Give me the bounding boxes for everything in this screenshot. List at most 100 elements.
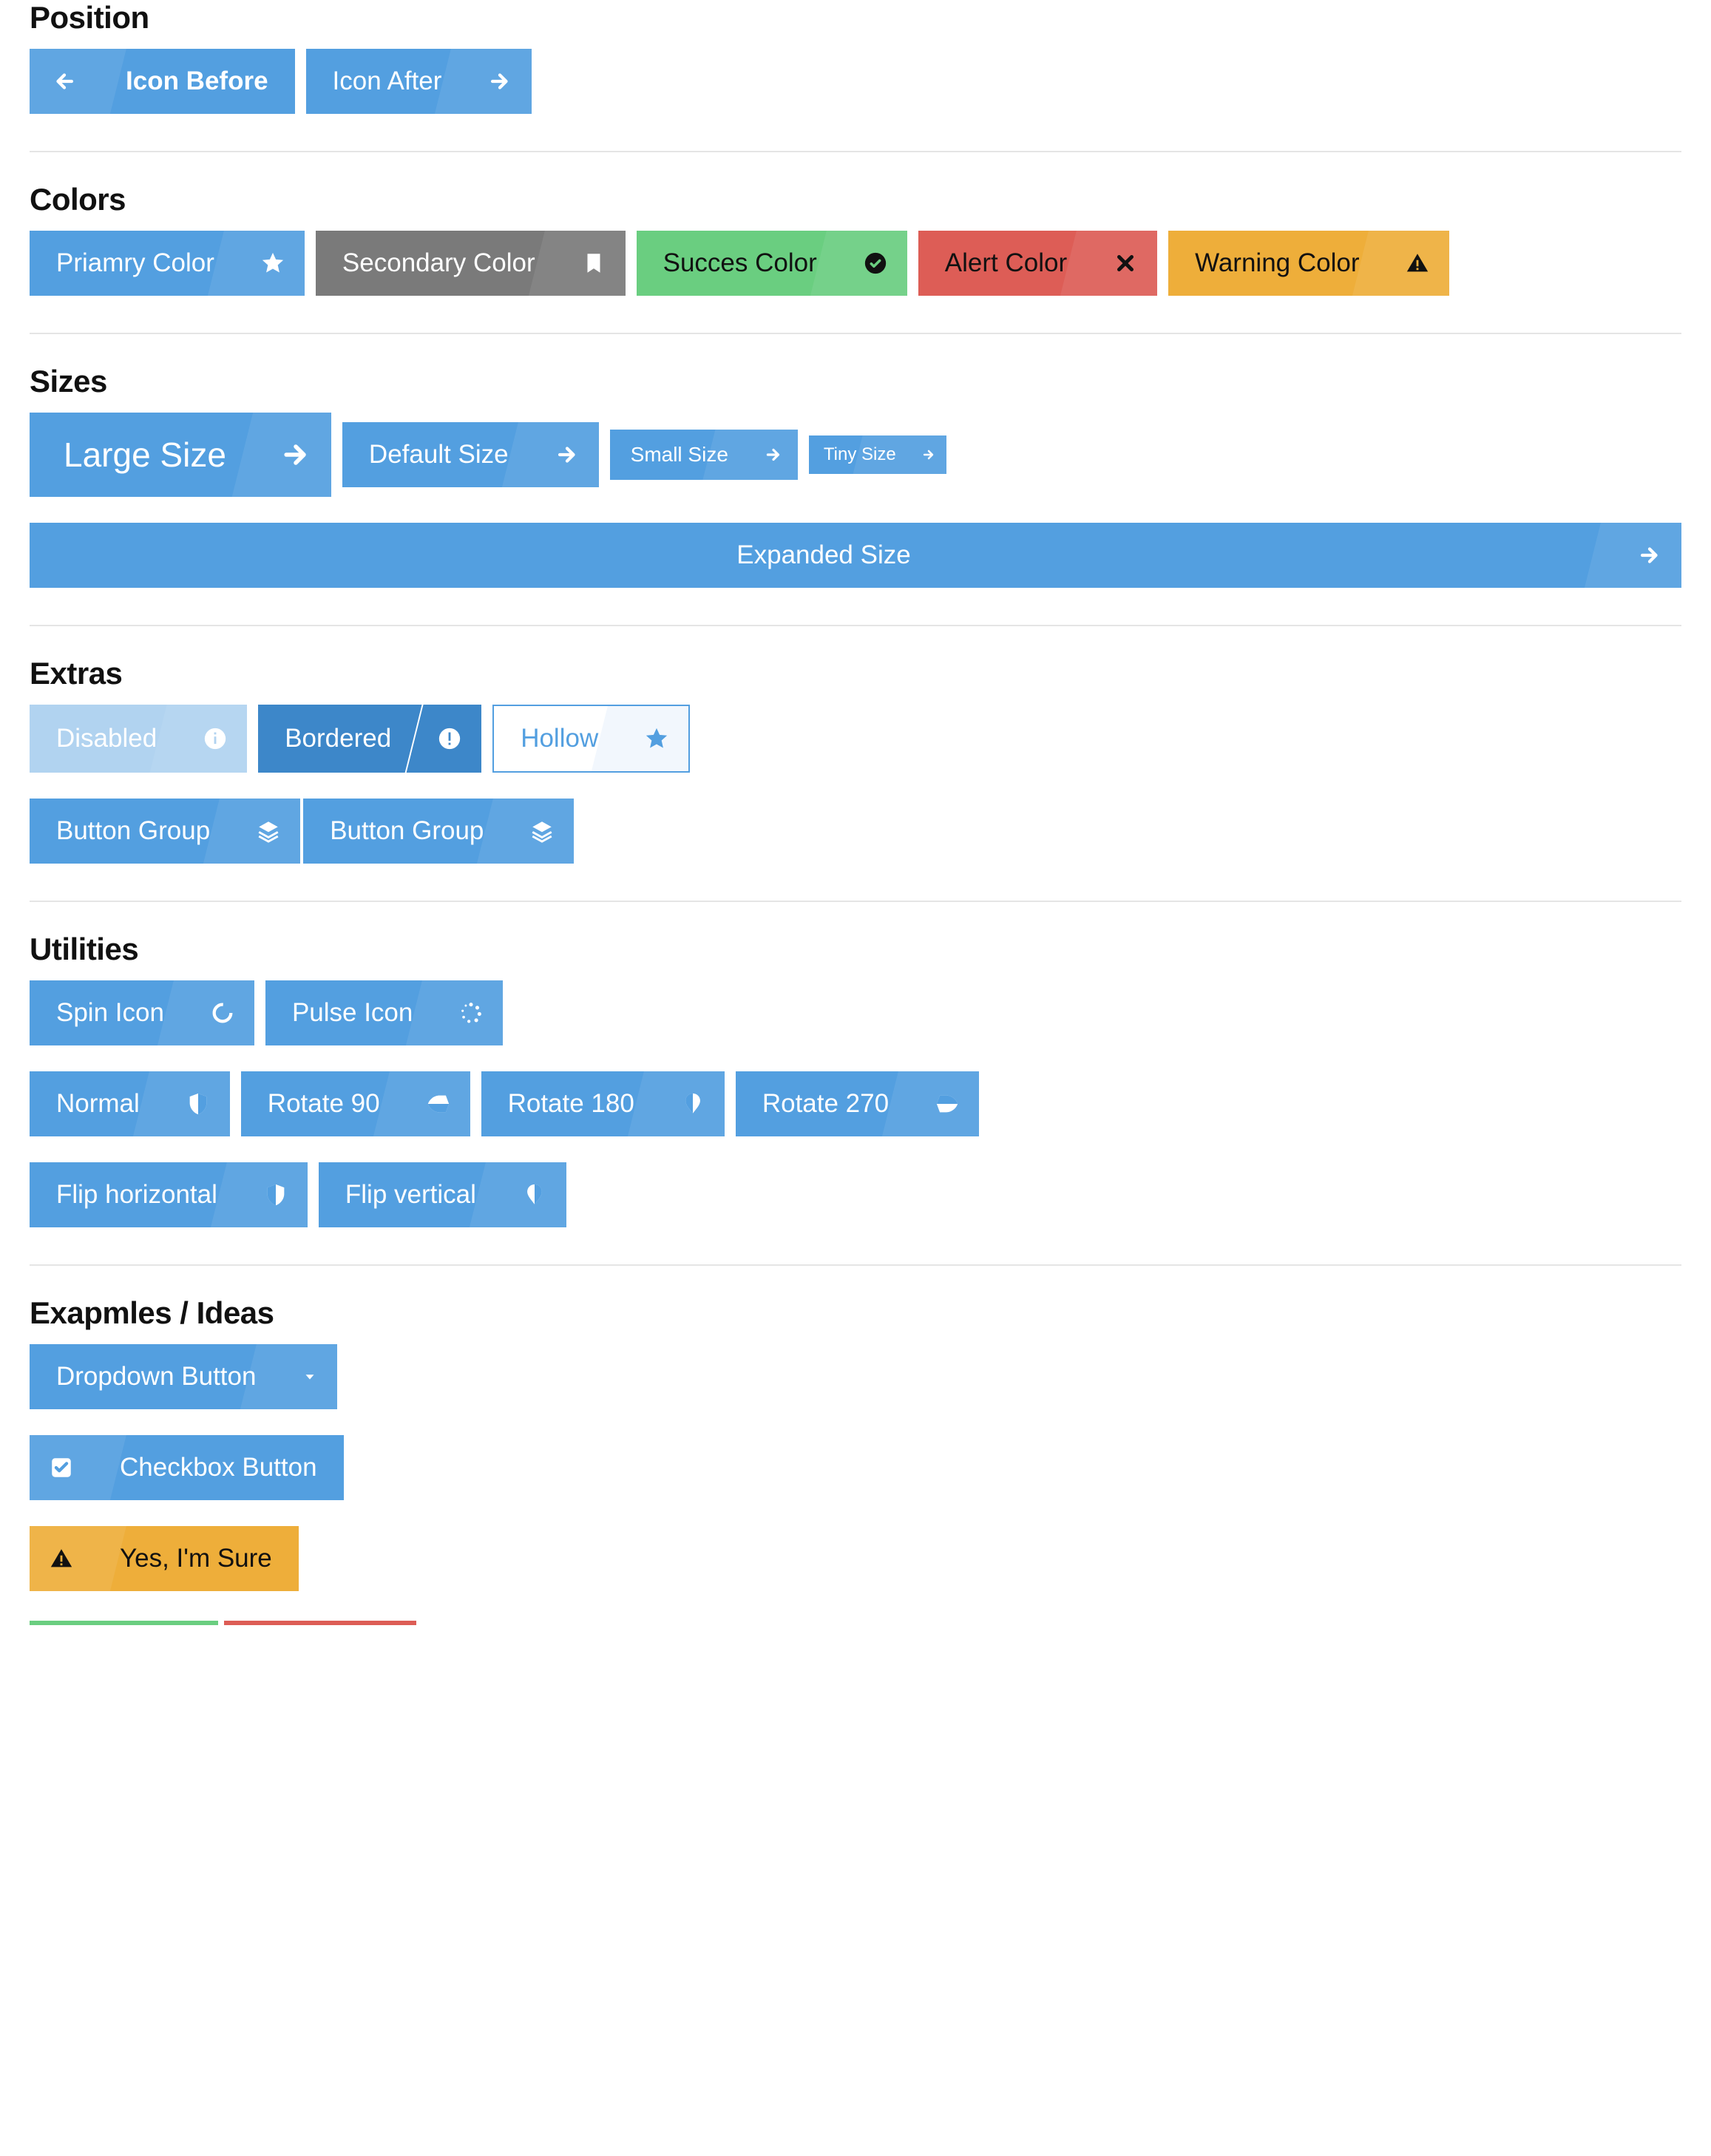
button-group-item-2[interactable]: Button Group: [303, 799, 574, 864]
alert-color-label: Alert Color: [918, 231, 1094, 296]
flip-vertical-button[interactable]: Flip vertical: [319, 1162, 566, 1227]
confirm-button[interactable]: Yes, I'm Sure: [30, 1526, 299, 1591]
rotate-180-label: Rotate 180: [481, 1071, 661, 1136]
hollow-button[interactable]: Hollow: [492, 705, 690, 773]
arrow-right-icon: [468, 49, 532, 114]
rotate-90-button[interactable]: Rotate 90: [241, 1071, 470, 1136]
icon-after-button[interactable]: Icon After: [306, 49, 532, 114]
arrow-right-icon: [260, 413, 331, 497]
drop-icon: [661, 1071, 725, 1136]
spinner-icon: [191, 980, 254, 1045]
star-icon: [241, 231, 305, 296]
button-group-label: Button Group: [30, 799, 237, 864]
section-position: Position Icon Before Icon After: [30, 0, 1681, 151]
heading-extras: Extras: [30, 656, 1681, 691]
small-size-button[interactable]: Small Size: [610, 430, 798, 480]
close-icon: [1094, 231, 1157, 296]
warning-icon: [30, 1526, 93, 1591]
shield-icon: [407, 1071, 470, 1136]
confirm-label: Yes, I'm Sure: [93, 1526, 299, 1591]
warning-color-button[interactable]: Warning Color: [1168, 231, 1449, 296]
exclamation-circle-icon: [418, 705, 481, 773]
heading-sizes: Sizes: [30, 364, 1681, 399]
default-size-label: Default Size: [342, 422, 535, 487]
shield-icon: [166, 1071, 230, 1136]
tiny-size-button[interactable]: Tiny Size: [809, 435, 946, 474]
pulse-icon-button[interactable]: Pulse Icon: [265, 980, 503, 1045]
star-icon: [625, 706, 688, 771]
flip-h-label: Flip horizontal: [30, 1162, 244, 1227]
rotate-270-button[interactable]: Rotate 270: [736, 1071, 979, 1136]
warning-color-label: Warning Color: [1168, 231, 1386, 296]
bookmark-icon: [562, 231, 626, 296]
heading-utilities: Utilities: [30, 932, 1681, 967]
drop-icon: [503, 1162, 566, 1227]
checkbox-button[interactable]: Checkbox Button: [30, 1435, 344, 1500]
pulse-label: Pulse Icon: [265, 980, 439, 1045]
icon-after-label: Icon After: [306, 49, 469, 114]
button-group-label: Button Group: [303, 799, 510, 864]
section-sizes: Sizes Large Size Default Size Small Size…: [30, 333, 1681, 625]
expanded-size-button[interactable]: Expanded Size: [30, 523, 1681, 588]
dots-spinner-icon: [439, 980, 503, 1045]
bordered-label: Bordered: [258, 706, 418, 771]
arrow-right-icon: [911, 435, 946, 474]
alert-color-button[interactable]: Alert Color: [918, 231, 1157, 296]
default-size-button[interactable]: Default Size: [342, 422, 599, 487]
dropdown-label: Dropdown Button: [30, 1344, 282, 1409]
large-size-label: Large Size: [30, 413, 260, 497]
spin-label: Spin Icon: [30, 980, 191, 1045]
heading-examples: Exapmles / Ideas: [30, 1295, 1681, 1331]
arrow-right-icon: [1618, 523, 1681, 588]
hollow-label: Hollow: [494, 706, 625, 771]
layers-icon: [237, 799, 300, 864]
warning-icon: [1386, 231, 1449, 296]
rotate-270-label: Rotate 270: [736, 1071, 915, 1136]
icon-before-button[interactable]: Icon Before: [30, 49, 295, 114]
shield-icon: [915, 1071, 979, 1136]
layers-icon: [510, 799, 574, 864]
success-color-button[interactable]: Succes Color: [637, 231, 907, 296]
flip-horizontal-button[interactable]: Flip horizontal: [30, 1162, 308, 1227]
spin-icon-button[interactable]: Spin Icon: [30, 980, 254, 1045]
checkbox-icon: [30, 1435, 93, 1500]
check-circle-icon: [844, 231, 907, 296]
button-group: Button Group Button Group: [30, 799, 574, 864]
success-color-label: Succes Color: [637, 231, 844, 296]
checkbox-label: Checkbox Button: [93, 1435, 344, 1500]
rotate-180-button[interactable]: Rotate 180: [481, 1071, 725, 1136]
flip-v-label: Flip vertical: [319, 1162, 503, 1227]
dropdown-button[interactable]: Dropdown Button: [30, 1344, 337, 1409]
normal-label: Normal: [30, 1071, 166, 1136]
secondary-color-button[interactable]: Secondary Color: [316, 231, 626, 296]
large-size-button[interactable]: Large Size: [30, 413, 331, 497]
primary-color-label: Priamry Color: [30, 231, 241, 296]
cropped-button-green: [30, 1621, 218, 1625]
heading-colors: Colors: [30, 182, 1681, 217]
button-group-item-1[interactable]: Button Group: [30, 799, 300, 864]
disabled-label: Disabled: [30, 706, 183, 771]
heading-position: Position: [30, 0, 1681, 35]
caret-down-icon: [282, 1344, 337, 1409]
section-colors: Colors Priamry Color Secondary Color Suc…: [30, 151, 1681, 333]
primary-color-button[interactable]: Priamry Color: [30, 231, 305, 296]
bordered-button[interactable]: Bordered: [258, 705, 481, 773]
arrow-left-icon: [30, 49, 99, 114]
tiny-size-label: Tiny Size: [809, 435, 911, 474]
arrow-right-icon: [535, 422, 599, 487]
secondary-color-label: Secondary Color: [316, 231, 562, 296]
cropped-button-red: [224, 1621, 416, 1625]
arrow-right-icon: [749, 430, 798, 480]
cropped-buttons-hint: [30, 1621, 1681, 1625]
section-extras: Extras Disabled Bordered Hollow Button G…: [30, 625, 1681, 901]
icon-before-label: Icon Before: [99, 49, 295, 114]
section-examples: Exapmles / Ideas Dropdown Button Checkbo…: [30, 1264, 1681, 1662]
info-circle-icon: [183, 705, 247, 773]
disabled-button: Disabled: [30, 705, 247, 773]
section-utilities: Utilities Spin Icon Pulse Icon Normal Ro…: [30, 901, 1681, 1264]
small-size-label: Small Size: [610, 430, 749, 480]
shield-icon: [244, 1162, 308, 1227]
expanded-size-label: Expanded Size: [30, 523, 1618, 588]
normal-button[interactable]: Normal: [30, 1071, 230, 1136]
rotate-90-label: Rotate 90: [241, 1071, 407, 1136]
